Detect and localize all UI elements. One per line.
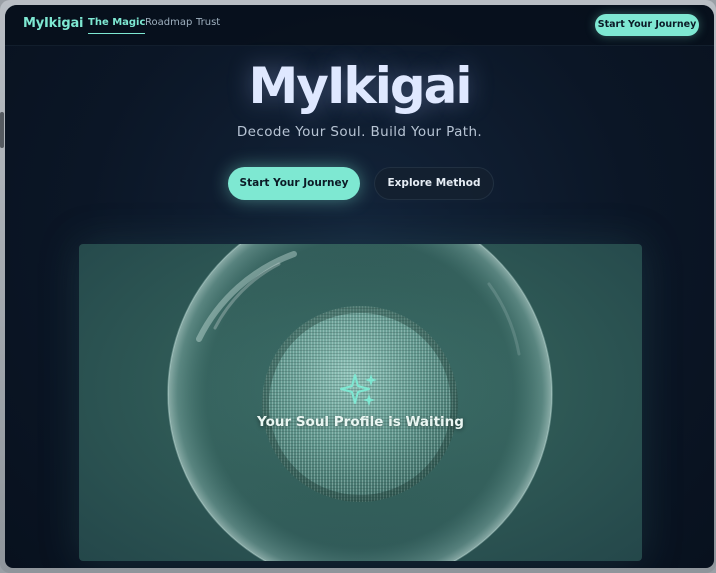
screen: MyIkigai The Magic Roadmap Trust Start Y… (5, 5, 714, 568)
start-journey-button[interactable]: Start Your Journey (228, 167, 360, 200)
explore-method-button[interactable]: Explore Method (374, 167, 494, 200)
top-navbar: MyIkigai The Magic Roadmap Trust Start Y… (5, 5, 714, 46)
nav-start-journey-button[interactable]: Start Your Journey (595, 14, 699, 36)
glass-orb-illustration (167, 244, 553, 561)
nav-link-the-magic[interactable]: The Magic (88, 17, 146, 34)
soul-profile-label: Your Soul Profile is Waiting (257, 414, 464, 430)
brand-logo[interactable]: MyIkigai (23, 16, 83, 31)
nav-link-trust[interactable]: Trust (196, 17, 220, 28)
hero-subtitle: Decode Your Soul. Build Your Path. (236, 124, 483, 140)
tablet-frame: MyIkigai The Magic Roadmap Trust Start Y… (0, 0, 716, 573)
nav-link-roadmap[interactable]: Roadmap (145, 17, 192, 28)
device-side-button (0, 112, 4, 148)
hero-title: MyIkigai (248, 57, 472, 115)
soul-profile-card: Your Soul Profile is Waiting (79, 244, 642, 561)
